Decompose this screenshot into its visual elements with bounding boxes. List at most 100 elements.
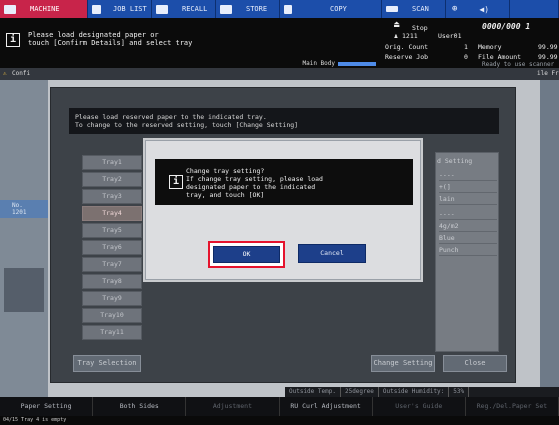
tab-language[interactable]: ⊕ ◀) — [446, 0, 510, 18]
job-counter: 0000/000 1 — [482, 22, 531, 31]
modal-line-2: If change tray setting, please load — [186, 175, 323, 183]
stop-icon: ⏏ — [394, 20, 400, 30]
tab-bar: MACHINE JOB LIST RECALL STORE COPY SCAN … — [0, 0, 559, 18]
tray-button-9[interactable]: Tray9 — [82, 291, 142, 306]
tab-scan[interactable]: SCAN — [382, 0, 446, 18]
tray-button-10[interactable]: Tray10 — [82, 308, 142, 323]
user-icon: ♟ — [394, 32, 398, 40]
modal-line-3: designated paper to the indicated — [186, 183, 316, 191]
job-number-label: No. — [12, 202, 23, 209]
user-name: User01 — [438, 32, 462, 40]
tab-copy[interactable]: COPY — [280, 0, 382, 18]
setting-row: lain — [439, 194, 497, 205]
store-icon — [220, 4, 232, 14]
ok-button[interactable]: OK — [213, 246, 280, 263]
change-setting-button[interactable]: Change Setting — [371, 355, 435, 372]
speaker-icon[interactable]: ◀) — [479, 5, 489, 14]
tray-button-7[interactable]: Tray7 — [82, 257, 142, 272]
paper-setting-key[interactable]: Paper Setting — [0, 397, 94, 416]
cancel-button[interactable]: Cancel — [298, 244, 366, 263]
tray-button-5[interactable]: Tray5 — [82, 223, 142, 238]
tab-label: COPY — [330, 5, 347, 13]
tray-selection-button[interactable]: Tray Selection — [73, 355, 141, 372]
setting-row: Punch — [439, 245, 497, 256]
modal-line-4: tray, and touch [OK] — [186, 191, 265, 199]
reserve-job-value: 0 — [464, 53, 468, 61]
outside-temp-label: Outside Temp. — [285, 387, 341, 397]
setting-row: ---- — [439, 209, 497, 220]
setting-row: +(] — [439, 182, 497, 193]
job-number-value: 1201 — [12, 209, 27, 216]
function-bar: Paper Setting Both Sides Adjustment RU C… — [0, 397, 559, 416]
users-guide-key[interactable]: User's Guide — [373, 397, 466, 416]
tray-button-11[interactable]: Tray11 — [82, 325, 142, 340]
outside-humidity-value: 53% — [449, 387, 470, 397]
tab-label: STORE — [246, 5, 268, 13]
info-icon: i — [6, 33, 20, 47]
reg-del-paper-set-key[interactable]: Reg./Del.Paper Set — [466, 397, 559, 416]
outside-temp-value: 25degree — [341, 387, 379, 397]
orig-count-label: Orig. Count — [385, 43, 429, 51]
main-body-bar — [338, 61, 376, 66]
tab-recall[interactable]: RECALL — [152, 0, 216, 18]
left-panel: No. 1201 — [0, 80, 48, 400]
footer-status: 04/15 Tray 4 is empty — [0, 416, 559, 425]
dialog-line-2: To change to the reserved setting, touch… — [75, 121, 299, 129]
memory-label: Memory — [478, 43, 502, 51]
tab-label: MACHINE — [30, 5, 60, 13]
copier-screen: MACHINE JOB LIST RECALL STORE COPY SCAN … — [0, 0, 559, 425]
environment-bar: Outside Temp. 25degree Outside Humidity:… — [285, 387, 559, 397]
tab-machine[interactable]: MACHINE — [0, 0, 88, 18]
scan-icon — [386, 6, 398, 12]
adjustment-key[interactable]: Adjustment — [186, 397, 280, 416]
tray-button-1[interactable]: Tray1 — [82, 155, 142, 170]
outside-humidity-label: Outside Humidity: — [379, 387, 450, 397]
tab-store[interactable]: STORE — [216, 0, 280, 18]
right-panel — [540, 80, 559, 400]
tray-button-8[interactable]: Tray8 — [82, 274, 142, 289]
warning-icon: ⚠ — [3, 70, 7, 77]
file-label: ile Fr — [537, 70, 559, 77]
confirm-label: Confi — [12, 70, 31, 77]
both-sides-key[interactable]: Both Sides — [93, 397, 187, 416]
list-icon — [92, 4, 101, 14]
file-amount-label: File Amount — [478, 53, 522, 61]
scanner-status: Ready to use scanner — [482, 61, 555, 68]
setting-row: ---- — [439, 170, 497, 181]
tray-button-3[interactable]: Tray3 — [82, 189, 142, 204]
setting-heading: d Setting — [437, 157, 473, 165]
orig-count-value: 1 — [464, 43, 468, 51]
printer-icon — [4, 4, 16, 14]
tray-button-2[interactable]: Tray2 — [82, 172, 142, 187]
message-line-1: Please load designated paper or — [28, 31, 159, 39]
file-amount-value: 99.99 — [538, 53, 558, 61]
copy-icon — [284, 4, 292, 14]
setting-row: 4g/m2 — [439, 221, 497, 232]
tab-extra[interactable] — [510, 0, 559, 18]
stop-label: Stop — [412, 24, 428, 32]
modal-text: Change tray setting? If change tray sett… — [186, 167, 386, 199]
setting-row: Blue — [439, 233, 497, 244]
ok-highlight: OK — [208, 241, 285, 268]
tab-label: RECALL — [182, 5, 208, 13]
status-panel: ⏏ Stop 0000/000 1 ♟ 1211 User01 Orig. Co… — [382, 18, 559, 68]
job-icons — [4, 268, 44, 312]
main-body-indicator: Main Body — [302, 60, 376, 67]
main-body-label: Main Body — [302, 60, 335, 67]
memory-value: 99.99 — [538, 43, 558, 51]
tab-label: SCAN — [412, 5, 429, 13]
tray-button-4[interactable]: Tray4 — [82, 206, 142, 221]
reserve-job-label: Reserve Job — [385, 53, 429, 61]
modal-message: i Change tray setting? If change tray se… — [155, 159, 413, 205]
globe-icon: ⊕ — [452, 4, 458, 14]
tab-job-list[interactable]: JOB LIST — [88, 0, 152, 18]
close-button[interactable]: Close — [443, 355, 507, 372]
modal-line-1: Change tray setting? — [186, 167, 265, 175]
recall-icon — [156, 4, 168, 14]
job-number-cell: No. 1201 — [0, 200, 48, 218]
message-area: i Please load designated paper or touch … — [0, 18, 382, 68]
tray-button-6[interactable]: Tray6 — [82, 240, 142, 255]
ru-curl-adjustment-key[interactable]: RU Curl Adjustment — [280, 397, 373, 416]
message-text: Please load designated paper or touch [C… — [28, 31, 268, 47]
group-number: 1211 — [402, 32, 418, 40]
